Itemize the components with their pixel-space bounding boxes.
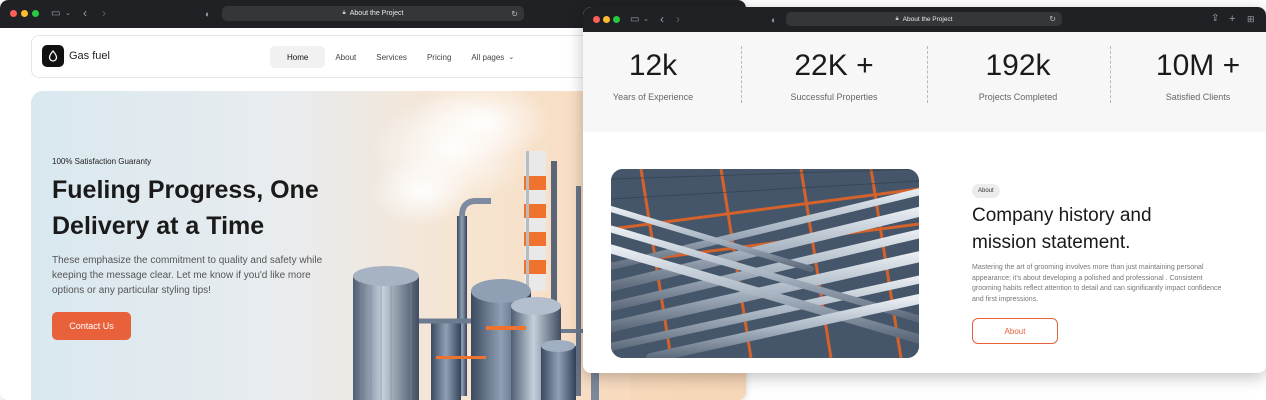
- stat-value: 10M +: [1155, 49, 1241, 82]
- stats-section: 12k Years of Experience 22K + Successful…: [583, 32, 1266, 132]
- browser-window-overlay: ▭ ⌄ ‹ › ◐ 🔒︎ About the Project ↻ ⇪ + ⊞ 1…: [583, 7, 1266, 373]
- nav-pricing[interactable]: Pricing: [417, 46, 461, 68]
- divider: [927, 46, 928, 103]
- stat-value: 22K +: [794, 49, 874, 82]
- hero-description: These emphasize the commitment to qualit…: [52, 255, 323, 296]
- maximize-window-button[interactable]: [32, 10, 39, 17]
- divider: [741, 46, 742, 103]
- sidebar-toggle-icon[interactable]: ▭: [51, 9, 60, 19]
- maximize-window-button[interactable]: [613, 16, 620, 23]
- chevron-down-icon: ⌄: [508, 54, 515, 61]
- hero-title: Fueling Progress, One Delivery at a Time: [52, 176, 319, 240]
- stat-value: 12k: [628, 49, 678, 82]
- about-title: Company history and mission statement.: [972, 205, 1152, 253]
- stat-projects: 192k Projects Completed: [943, 32, 1093, 132]
- share-icon[interactable]: ⇪: [1211, 14, 1219, 24]
- main-menu: Home About Services Pricing All pages ⌄: [270, 46, 524, 68]
- stat-experience: 12k Years of Experience: [583, 32, 723, 132]
- stat-clients: 10M + Satisfied Clients: [1123, 32, 1266, 132]
- tab-overview-icon[interactable]: ⊞: [1247, 14, 1255, 24]
- stat-label: Years of Experience: [612, 92, 694, 102]
- divider: [1110, 46, 1111, 103]
- back-icon[interactable]: ‹: [660, 13, 664, 25]
- nav-all-pages-label: All pages: [471, 52, 505, 62]
- nav-all-pages[interactable]: All pages ⌄: [461, 46, 524, 68]
- minimize-window-button[interactable]: [603, 16, 610, 23]
- stat-label: Projects Completed: [978, 92, 1058, 102]
- hero-tagline: 100% Satisfaction Guaranty: [52, 157, 152, 166]
- stat-label: Successful Properties: [790, 92, 878, 102]
- lock-icon: 🔒︎: [895, 15, 899, 22]
- forward-icon[interactable]: ›: [676, 13, 680, 25]
- close-window-button[interactable]: [593, 16, 600, 23]
- brand-name[interactable]: Gas fuel: [69, 50, 110, 62]
- address-bar[interactable]: 🔒︎ About the Project ↻: [786, 12, 1062, 26]
- sidebar-menu-chevron-icon[interactable]: ⌄: [65, 9, 71, 19]
- close-window-button[interactable]: [10, 10, 17, 17]
- sidebar-menu-chevron-icon[interactable]: ⌄: [643, 15, 649, 25]
- logo-icon[interactable]: [42, 45, 64, 67]
- reload-icon[interactable]: ↻: [1049, 15, 1056, 24]
- nav-home[interactable]: Home: [270, 46, 326, 68]
- stat-properties: 22K + Successful Properties: [759, 32, 909, 132]
- about-section: About Company history and mission statem…: [583, 132, 1266, 373]
- stat-value: 192k: [985, 49, 1051, 82]
- contact-us-button[interactable]: Contact Us: [52, 312, 131, 340]
- pipeline-image: [611, 169, 919, 358]
- about-description: Mastering the art of grooming involves m…: [972, 264, 1222, 303]
- back-icon[interactable]: ‹: [83, 7, 87, 19]
- nav-services[interactable]: Services: [366, 46, 417, 68]
- title-bar: ▭ ⌄ ‹ › ◐ 🔒︎ About the Project ↻ ⇪ + ⊞: [583, 7, 1266, 32]
- about-button[interactable]: About: [972, 318, 1058, 344]
- new-tab-icon[interactable]: +: [1229, 14, 1235, 25]
- about-badge: About: [972, 184, 1000, 198]
- address-bar-title: About the Project: [902, 15, 953, 23]
- stat-label: Satisfied Clients: [1165, 92, 1231, 102]
- forward-icon[interactable]: ›: [102, 7, 106, 19]
- lock-icon: 🔒︎: [342, 10, 346, 16]
- privacy-shield-icon[interactable]: ◐: [771, 15, 776, 25]
- address-bar[interactable]: 🔒︎ About the Project ↻: [222, 6, 524, 21]
- sidebar-toggle-icon[interactable]: ▭: [630, 15, 639, 25]
- pipeline-photo: [611, 169, 919, 358]
- nav-about[interactable]: About: [325, 46, 366, 68]
- minimize-window-button[interactable]: [21, 10, 28, 17]
- privacy-shield-icon[interactable]: ◐: [205, 9, 210, 19]
- reload-icon[interactable]: ↻: [511, 9, 518, 18]
- address-bar-title: About the Project: [349, 10, 404, 17]
